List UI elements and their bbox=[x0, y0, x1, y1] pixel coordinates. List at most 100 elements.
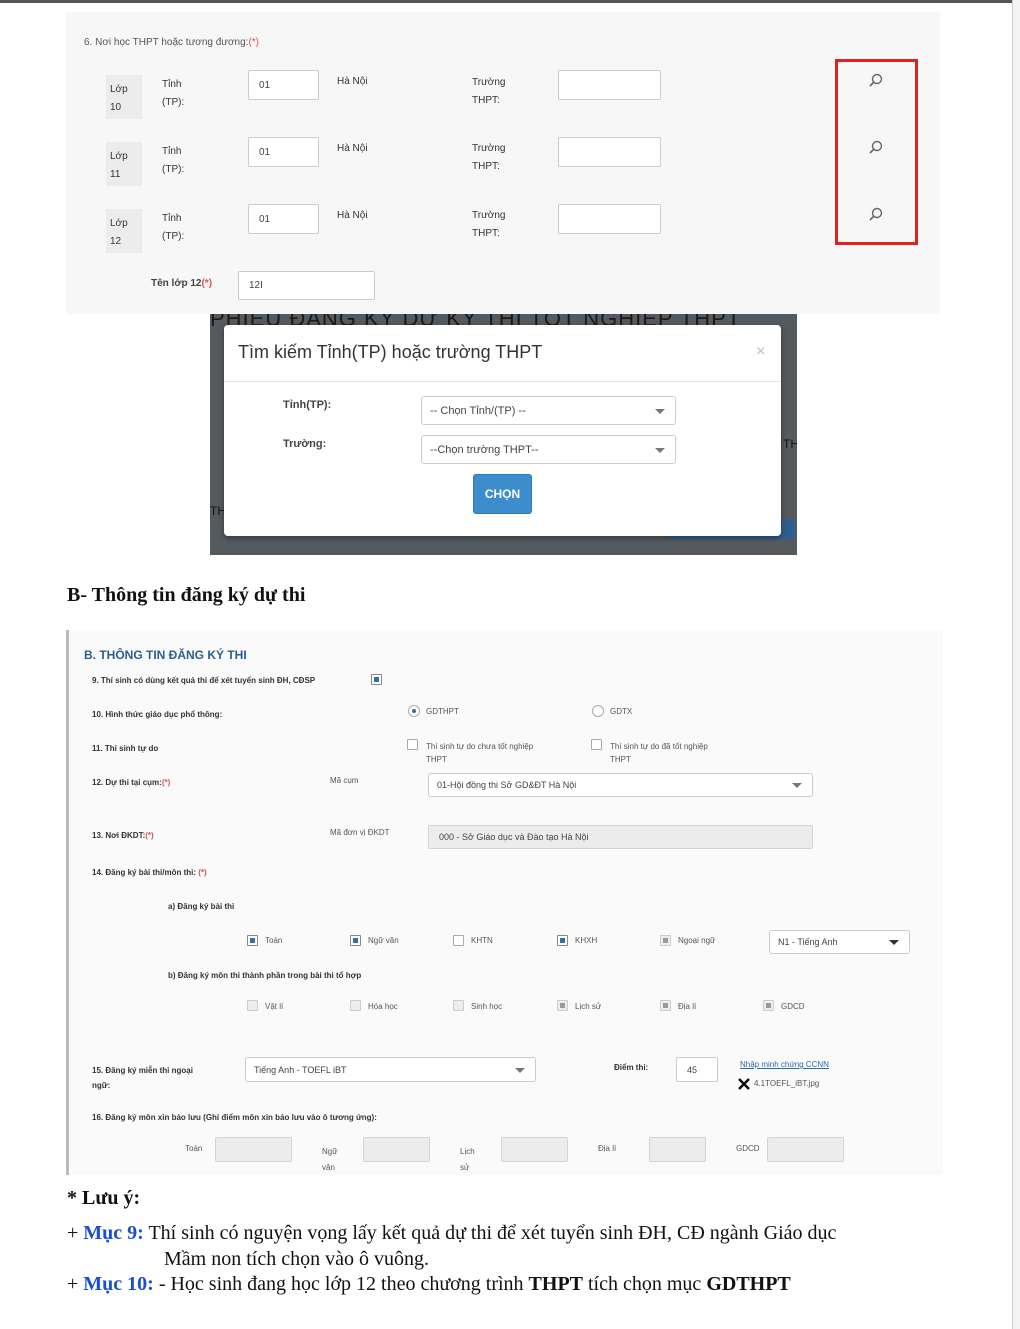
q14b-opt-hoahoc: Hóa học bbox=[368, 1002, 398, 1011]
q14b-checkbox-vatli[interactable] bbox=[247, 1000, 258, 1011]
school-input-10[interactable] bbox=[558, 70, 661, 100]
modal-truong-select[interactable]: --Chọn trường THPT-- bbox=[421, 435, 676, 464]
q15-evidence-link[interactable]: Nhập minh chứng CCNN bbox=[740, 1060, 829, 1069]
q16-label: 16. Đăng ký môn xin bảo lưu (Ghi điểm mô… bbox=[92, 1113, 377, 1122]
q11-checkbox-2[interactable] bbox=[591, 739, 602, 750]
q14b-opt-diali: Địa lí bbox=[678, 1002, 697, 1011]
q15-select[interactable]: Tiếng Anh - TOEFL iBT bbox=[245, 1057, 536, 1082]
grade-11-label: Lớp 11 bbox=[106, 142, 142, 186]
tinh-code-input-12[interactable]: 01 bbox=[248, 204, 319, 234]
province-name-10: Hà Nội bbox=[337, 76, 368, 87]
close-icon[interactable]: × bbox=[756, 343, 765, 361]
q16-label-lichsu: Lịch sử bbox=[460, 1147, 475, 1172]
q10-opt-gdthpt: GDTHPT bbox=[426, 707, 459, 716]
truong-label-12: Trường THPT: bbox=[472, 210, 506, 239]
province-name-11: Hà Nội bbox=[337, 143, 368, 154]
q14b-checkbox-sinhhoc[interactable] bbox=[453, 1000, 464, 1011]
q16-label-nguvan: Ngữ văn bbox=[322, 1147, 338, 1172]
q9-checkbox[interactable] bbox=[371, 674, 382, 685]
modal-tinh-select[interactable]: -- Chọn Tỉnh/(TP) -- bbox=[421, 396, 676, 425]
section-b-heading: B- Thông tin đăng ký dự thi bbox=[67, 584, 306, 606]
tinh-label-10: Tỉnh (TP): bbox=[162, 79, 185, 108]
q14-label: 14. Đăng ký bài thi/môn thi: (*) bbox=[92, 868, 207, 877]
q14b-checkbox-diali[interactable] bbox=[660, 1000, 671, 1011]
q14a-checkbox-ngoaingu[interactable] bbox=[660, 935, 671, 946]
q16-input-gdcd[interactable] bbox=[767, 1137, 844, 1162]
q14a-language-select[interactable]: N1 - Tiếng Anh bbox=[769, 930, 910, 954]
modal-tinh-label: Tỉnh(TP): bbox=[283, 399, 332, 411]
q15-score-input[interactable]: 45 bbox=[676, 1057, 718, 1082]
tinh-label-12: Tỉnh (TP): bbox=[162, 213, 185, 242]
q14a-checkbox-nguvan[interactable] bbox=[350, 935, 361, 946]
q11-checkbox-1[interactable] bbox=[407, 739, 418, 750]
tinh-code-input-10[interactable]: 01 bbox=[248, 70, 319, 100]
q14b-checkbox-hoahoc[interactable] bbox=[350, 1000, 361, 1011]
q14b-opt-gdcd: GDCD bbox=[781, 1002, 805, 1011]
notes-title: * Lưu ý: bbox=[67, 1187, 141, 1209]
search-icon-11[interactable] bbox=[869, 140, 883, 154]
q16-input-nguvan[interactable] bbox=[363, 1137, 430, 1162]
q11-opt-1: Thí sinh tự do chưa tốt nghiệp THPT bbox=[426, 742, 534, 764]
q16-input-lichsu[interactable] bbox=[501, 1137, 568, 1162]
chevron-down-icon bbox=[655, 408, 665, 414]
q14b-opt-sinhhoc: Sinh học bbox=[471, 1002, 503, 1011]
q16-input-toan[interactable] bbox=[215, 1137, 292, 1162]
class12-label: Tên lớp 12(*) bbox=[151, 278, 213, 289]
truong-label-11: Trường THPT: bbox=[472, 143, 506, 172]
q12-select[interactable]: 01-Hội đồng thi Sở GD&ĐT Hà Nội bbox=[428, 773, 813, 797]
q12-sub-label: Mã cụm bbox=[330, 776, 359, 785]
modal-tinh-select-value: -- Chọn Tỉnh/(TP) -- bbox=[430, 404, 526, 417]
modal-truong-label: Trường: bbox=[283, 438, 327, 450]
chevron-down-icon bbox=[792, 783, 802, 788]
q16-label-gdcd: GDCD bbox=[736, 1144, 760, 1153]
modal-title: Tìm kiếm Tỉnh(TP) hoặc trường THPT bbox=[238, 342, 543, 362]
note-muc9: + Mục 9: Thí sinh có nguyện vọng lấy kết… bbox=[67, 1222, 837, 1244]
q14a-opt-toan: Toán bbox=[265, 936, 283, 945]
q14b-checkbox-lichsu[interactable] bbox=[557, 1000, 568, 1011]
page-edge bbox=[1012, 0, 1020, 1329]
q10-opt-gdtx: GDTX bbox=[610, 707, 633, 716]
class12-input[interactable]: 12I bbox=[238, 271, 375, 300]
q12-label: 12. Dự thi tại cụm:(*) bbox=[92, 778, 171, 787]
q14a-checkbox-toan[interactable] bbox=[247, 935, 258, 946]
search-icon-10[interactable] bbox=[869, 73, 883, 87]
q14a-label: a) Đăng ký bài thi bbox=[168, 902, 235, 911]
q14a-checkbox-khtn[interactable] bbox=[453, 935, 464, 946]
chevron-down-icon bbox=[515, 1067, 525, 1073]
search-modal: Tìm kiếm Tỉnh(TP) hoặc trường THPT × Tỉn… bbox=[224, 325, 781, 536]
chevron-down-icon bbox=[889, 940, 899, 945]
q11-opt-2: Thí sinh tự do đã tốt nghiệp THPT bbox=[610, 742, 708, 764]
search-icon-12[interactable] bbox=[869, 207, 883, 221]
q11-label: 11. Thí sinh tự do bbox=[92, 744, 159, 753]
q14a-opt-khtn: KHTN bbox=[471, 936, 493, 945]
q15-label: 15. Đăng ký miễn thi ngoại ngữ: bbox=[92, 1066, 193, 1090]
q10-radio-gdthpt[interactable] bbox=[408, 705, 420, 717]
q14a-opt-nguvan: Ngữ văn bbox=[368, 936, 399, 945]
backdrop-right-fragment: TH bbox=[783, 437, 797, 451]
remove-file-icon[interactable] bbox=[737, 1077, 751, 1091]
note-muc10: + Mục 10: - Học sinh đang học lớp 12 the… bbox=[67, 1273, 791, 1295]
tinh-code-input-11[interactable]: 01 bbox=[248, 137, 319, 167]
form-b-title: B. THÔNG TIN ĐĂNG KÝ THI bbox=[84, 648, 247, 662]
q16-input-diali[interactable] bbox=[649, 1137, 706, 1162]
tinh-label-11: Tỉnh (TP): bbox=[162, 146, 185, 175]
q14a-opt-ngoaingu: Ngoại ngữ bbox=[678, 936, 716, 945]
school-input-12[interactable] bbox=[558, 204, 661, 234]
q9-label: 9. Thí sinh có dùng kết quả thi để xét t… bbox=[92, 676, 316, 685]
q13-input: 000 - Sở Giáo dục và Đào tạo Hà Nội bbox=[428, 825, 813, 849]
q10-radio-gdtx[interactable] bbox=[592, 705, 604, 717]
modal-divider bbox=[224, 381, 781, 382]
truong-label-10: Trường THPT: bbox=[472, 77, 506, 106]
chon-button[interactable]: CHỌN bbox=[473, 474, 532, 514]
chevron-down-icon bbox=[655, 447, 665, 453]
q14b-checkbox-gdcd[interactable] bbox=[763, 1000, 774, 1011]
top-border bbox=[0, 0, 1012, 3]
q14b-label: b) Đăng ký môn thi thành phần trong bài … bbox=[168, 971, 362, 980]
q15-file-name: 4.1TOEFL_iBT.jpg bbox=[754, 1079, 820, 1088]
section6-label: 6. Nơi học THPT hoặc tương đương:(*) bbox=[84, 37, 259, 48]
school-input-11[interactable] bbox=[558, 137, 661, 167]
q14a-checkbox-khxh[interactable] bbox=[557, 935, 568, 946]
q15-select-value: Tiếng Anh - TOEFL iBT bbox=[254, 1064, 347, 1075]
modal-truong-select-value: --Chọn trường THPT-- bbox=[430, 443, 539, 456]
q14b-opt-vatli: Vật lí bbox=[265, 1002, 284, 1011]
